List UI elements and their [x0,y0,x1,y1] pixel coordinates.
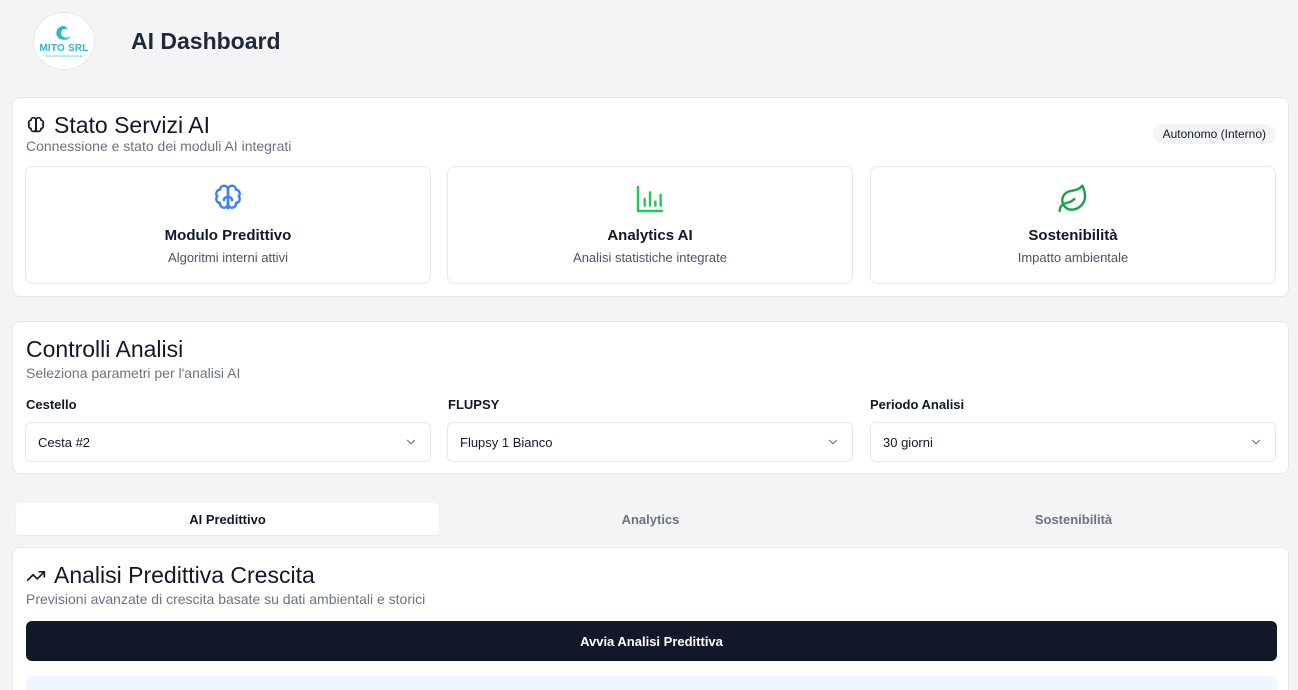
controls-title: Controlli Analisi [26,336,184,362]
predictive-subtitle: Previsioni avanzate di crescita basate s… [26,591,426,607]
service-name: Sostenibilità [1028,227,1118,244]
predictive-analysis-card: Analisi Predittiva Crescita Previsioni a… [12,547,1289,690]
mode-badge: Autonomo (Interno) [1152,124,1276,144]
brain-icon [27,116,45,133]
run-predictive-analysis-button[interactable]: Avvia Analisi Predittiva [26,621,1277,661]
flupsy-label: FLUPSY [448,397,500,412]
predictive-title-text: Analisi Predittiva Crescita [54,562,315,588]
page-title: AI Dashboard [131,28,281,54]
logo-text: MITO SRL [39,42,89,54]
info-panel [26,676,1277,690]
predictive-title: Analisi Predittiva Crescita [26,562,315,589]
service-name: Modulo Predittivo [164,227,292,244]
wave-logo-icon [56,25,71,40]
period-select[interactable]: 30 giorni [870,422,1276,462]
flupsy-select-value: Flupsy 1 Bianco [460,434,553,450]
period-select-value: 30 giorni [883,434,933,450]
services-subtitle: Connessione e stato dei moduli AI integr… [26,138,292,154]
tab-ai-predittivo[interactable]: AI Predittivo [16,503,439,535]
period-label: Periodo Analisi [870,397,965,412]
chevron-down-icon [828,439,838,445]
leaf-icon [1058,184,1087,213]
service-predictive[interactable]: Modulo Predittivo Algoritmi interni atti… [25,166,431,284]
basket-label: Cestello [26,397,77,412]
tab-sostenibilita[interactable]: Sostenibilità [862,503,1285,535]
analysis-controls-card: Controlli Analisi Seleziona parametri pe… [12,321,1289,474]
app-header: MITO SRL SOLUZIONI EDOLOGICHE AI Dashboa… [0,0,1298,86]
brain-icon [215,184,241,210]
tab-analytics[interactable]: Analytics [439,503,862,535]
bar-chart-icon [636,185,664,213]
services-title: Stato Servizi AI [26,112,210,139]
service-sustainability[interactable]: Sostenibilità Impatto ambientale [870,166,1276,284]
service-desc: Impatto ambientale [1017,250,1129,265]
chevron-down-icon [1251,439,1261,445]
services-title-text: Stato Servizi AI [54,112,210,138]
service-name: Analytics AI [607,227,693,244]
controls-subtitle: Seleziona parametri per l'analisi AI [26,365,241,381]
chevron-down-icon [406,439,416,445]
services-status-card: Stato Servizi AI Connessione e stato dei… [12,97,1289,297]
service-desc: Analisi statistiche integrate [573,250,727,265]
trending-up-icon [26,570,46,581]
service-analytics[interactable]: Analytics AI Analisi statistiche integra… [447,166,853,284]
flupsy-select[interactable]: Flupsy 1 Bianco [447,422,853,462]
basket-select[interactable]: Cesta #2 [25,422,431,462]
company-logo[interactable]: MITO SRL SOLUZIONI EDOLOGICHE [33,12,95,70]
basket-select-value: Cesta #2 [38,434,91,450]
logo-subtext: SOLUZIONI EDOLOGICHE [45,53,83,58]
analysis-tabs: AI Predittivo Analytics Sostenibilità [12,499,1289,539]
service-desc: Algoritmi interni attivi [168,250,288,265]
